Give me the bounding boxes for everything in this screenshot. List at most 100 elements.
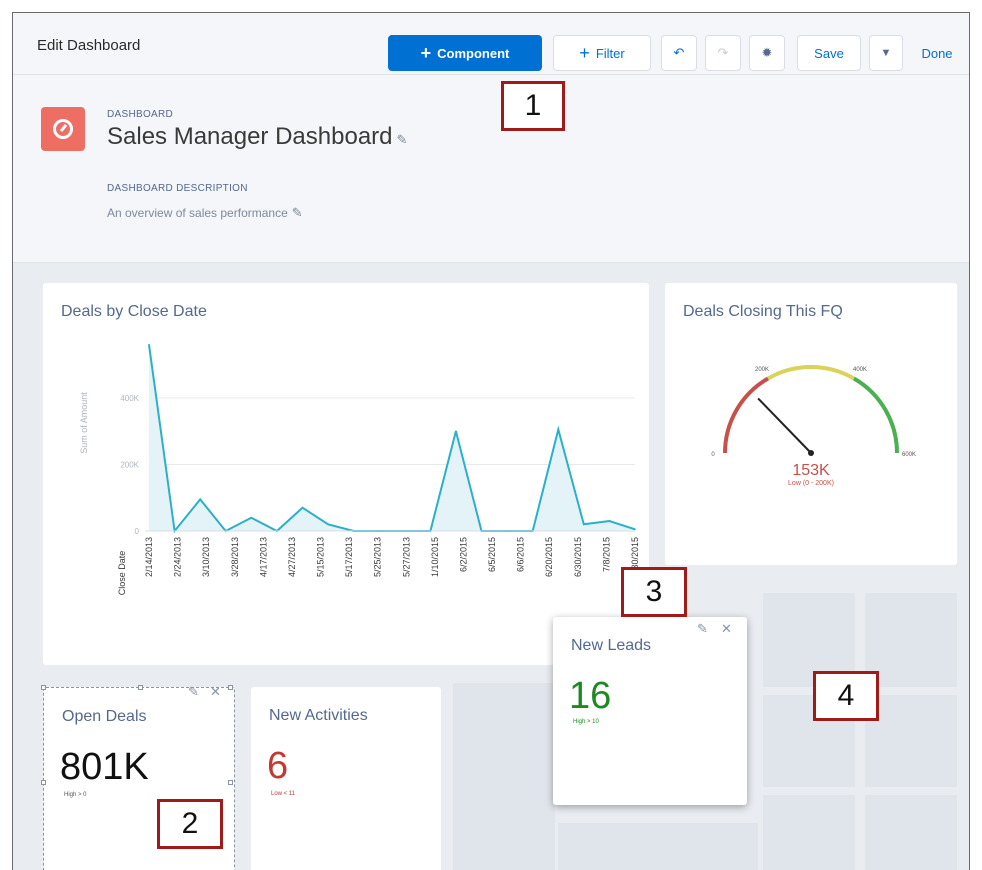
gauge-range-text: Low (0 - 200K) (788, 480, 834, 487)
empty-grid-cell (453, 683, 555, 870)
card-title: New Leads (571, 637, 652, 654)
gauge-tick-label: 600K (902, 452, 916, 458)
new-leads-card[interactable]: New Leads 16 High > 10 ✎ ✕ (553, 617, 747, 805)
add-filter-button[interactable]: + Filter (553, 35, 651, 71)
x-tick-label: 6/30/2015 (573, 537, 583, 577)
resize-handle[interactable] (41, 685, 46, 690)
x-tick-label: 6/5/2015 (487, 537, 497, 572)
data-point (557, 428, 560, 431)
new-activities-sub: Low < 11 (271, 791, 296, 797)
dashboard-kicker: DASHBOARD (107, 109, 174, 120)
dashboard-header: DASHBOARD Sales Manager Dashboard ✎ DASHB… (13, 75, 969, 263)
new-leads-value: 16 (569, 675, 612, 717)
undo-icon: ↶ (673, 45, 685, 60)
edit-pencil-icon[interactable]: ✎ (188, 684, 199, 700)
redo-icon: ↷ (717, 45, 729, 60)
x-tick-label: 1/10/2015 (430, 537, 440, 577)
y-axis-label: Sum of Amount (79, 392, 89, 454)
gauge-value: 153K (792, 462, 830, 479)
settings-button[interactable]: ✹ (749, 35, 785, 71)
edit-title-pencil-icon[interactable]: ✎ (397, 132, 408, 147)
callout-2: 2 (157, 799, 223, 849)
data-point (455, 430, 457, 432)
area-fill (149, 344, 635, 531)
x-tick-label: 4/27/2013 (287, 537, 297, 577)
x-tick-label: 6/2/2015 (458, 537, 468, 572)
plus-icon: + (579, 42, 590, 63)
resize-handle[interactable] (228, 780, 233, 785)
deals-by-close-date-card[interactable]: Deals by Close Date 0 200K 400K Sum of Amou… (43, 283, 649, 665)
callout-4: 4 (813, 671, 879, 721)
deals-line-chart: 0 200K 400K Sum of Amount Close Date 2/14/201… (79, 343, 640, 596)
gauge-tick-label: 0 (711, 452, 715, 458)
dashboard-editor-window: Edit Dashboard + Component + Filter ↶ ↷ ✹ … (12, 12, 970, 870)
dashboard-grid-canvas: Deals by Close Date 0 200K 400K Sum of Amou… (13, 263, 969, 870)
data-point (634, 528, 636, 531)
callout-1: 1 (501, 81, 565, 131)
card-title: New Activities (269, 707, 368, 724)
y-tick-label: 400K (120, 394, 139, 403)
redo-button[interactable]: ↷ (705, 35, 741, 71)
x-tick-label: 4/17/2013 (258, 537, 268, 577)
dashboard-title[interactable]: Sales Manager Dashboard ✎ (107, 123, 407, 151)
add-component-button[interactable]: + Component (388, 35, 542, 71)
data-point (583, 523, 585, 526)
x-tick-label: 6/20/2015 (544, 537, 554, 577)
deals-closing-fq-card[interactable]: Deals Closing This FQ 0 200K 400K 600K 153K L… (665, 283, 957, 565)
data-point (199, 498, 201, 501)
data-point (327, 523, 329, 526)
done-button[interactable]: Done (911, 35, 963, 71)
new-activities-card[interactable]: New Activities 6 Low < 11 (251, 687, 441, 870)
data-point (608, 520, 611, 522)
new-leads-sub: High > 10 (573, 719, 599, 725)
edit-toolbar: Edit Dashboard + Component + Filter ↶ ↷ ✹ … (13, 13, 969, 75)
new-activities-value: 6 (267, 745, 289, 787)
gauge-tick-label: 200K (755, 367, 769, 373)
x-tick-label: 3/28/2013 (230, 537, 240, 577)
plus-icon: + (420, 42, 432, 63)
gauge-band (852, 376, 899, 454)
empty-grid-cell (558, 823, 758, 870)
deals-gauge-chart: 0 200K 400K 600K 153KLow (0 - 200K) (711, 365, 916, 487)
gauge-needle (757, 397, 812, 454)
x-tick-label: 5/27/2013 (401, 537, 411, 577)
gauge-band (723, 376, 770, 454)
close-icon[interactable]: ✕ (721, 621, 732, 637)
gauge-needle-hub (808, 450, 814, 456)
open-deals-value: 801K (60, 746, 149, 788)
toolbar-title: Edit Dashboard (37, 37, 141, 54)
dashboard-description[interactable]: An overview of sales performance ✎ (107, 205, 303, 221)
x-tick-label: 3/10/2013 (201, 537, 211, 577)
caret-down-icon: ▼ (880, 47, 892, 59)
empty-grid-cell (763, 795, 855, 870)
save-button[interactable]: Save (797, 35, 861, 71)
close-icon[interactable]: ✕ (210, 684, 221, 700)
empty-grid-cell (865, 795, 957, 870)
edit-description-pencil-icon[interactable]: ✎ (292, 205, 303, 220)
x-tick-label: 5/17/2013 (344, 537, 354, 577)
gauge-tick-label: 400K (853, 367, 867, 373)
data-point (148, 343, 150, 346)
data-point (301, 506, 304, 509)
x-tick-label: 5/15/2013 (316, 537, 326, 577)
resize-handle[interactable] (41, 780, 46, 785)
x-tick-label: 5/25/2013 (373, 537, 383, 577)
gear-icon: ✹ (761, 45, 773, 60)
description-kicker: DASHBOARD DESCRIPTION (107, 183, 248, 194)
data-point (250, 516, 253, 519)
card-title: Open Deals (62, 708, 147, 725)
save-options-button[interactable]: ▼ (869, 35, 903, 71)
undo-button[interactable]: ↶ (661, 35, 697, 71)
gauge-band (767, 365, 855, 381)
x-tick-label: 2/14/2013 (144, 537, 154, 577)
open-deals-sub: High > 0 (64, 792, 87, 798)
y-tick-label: 200K (120, 460, 139, 469)
resize-handle[interactable] (138, 685, 143, 690)
resize-handle[interactable] (228, 685, 233, 690)
y-tick-label: 0 (135, 527, 140, 536)
x-tick-label: 2/24/2013 (173, 537, 183, 577)
x-tick-label: 6/6/2015 (516, 537, 526, 572)
x-axis-label: Close Date (117, 551, 127, 596)
edit-pencil-icon[interactable]: ✎ (697, 621, 708, 637)
x-tick-label: 7/8/2015 (601, 537, 611, 572)
